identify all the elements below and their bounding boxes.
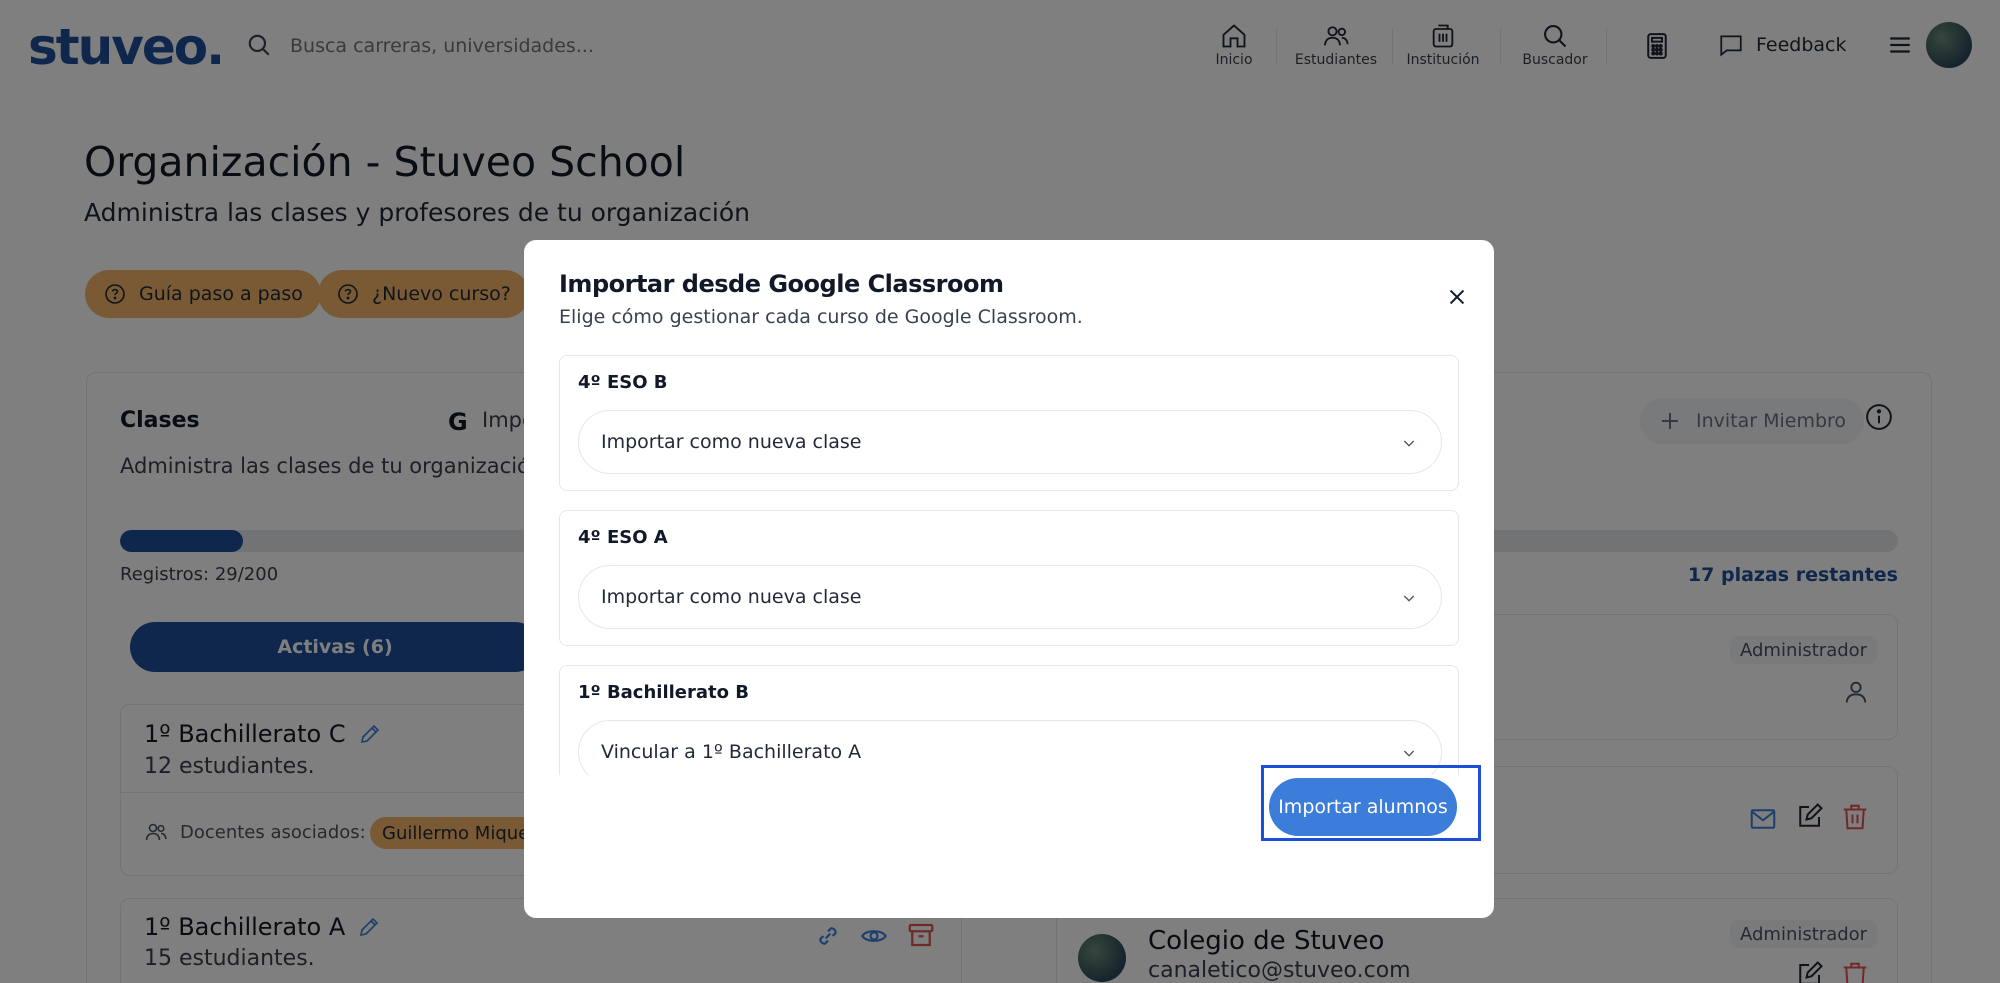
dialog-title: Importar desde Google Classroom: [559, 270, 1004, 298]
course-item: 4º ESO A Importar como nueva clase: [559, 510, 1459, 646]
close-icon[interactable]: [1446, 286, 1468, 308]
chevron-down-icon: [1403, 595, 1415, 602]
dialog-subtitle: Elige cómo gestionar cada curso de Googl…: [559, 306, 1083, 328]
chevron-down-icon: [1403, 750, 1415, 757]
course-item: 1º Bachillerato B Vincular a 1º Bachille…: [559, 665, 1459, 775]
chevron-down-icon: [1403, 440, 1415, 447]
course-action-select[interactable]: Importar como nueva clase: [578, 565, 1442, 629]
course-label: 4º ESO A: [578, 527, 668, 548]
course-action-value: Importar como nueva clase: [601, 431, 862, 453]
course-action-select[interactable]: Importar como nueva clase: [578, 410, 1442, 474]
course-label: 1º Bachillerato B: [578, 682, 749, 703]
course-action-value: Importar como nueva clase: [601, 586, 862, 608]
course-action-value: Vincular a 1º Bachillerato A: [601, 741, 862, 763]
course-label: 4º ESO B: [578, 372, 668, 393]
course-list[interactable]: 4º ESO B Importar como nueva clase 4º ES…: [559, 355, 1459, 775]
import-classroom-dialog: Importar desde Google Classroom Elige có…: [524, 240, 1494, 918]
import-students-button[interactable]: Importar alumnos: [1269, 778, 1457, 836]
course-item: 4º ESO B Importar como nueva clase: [559, 355, 1459, 491]
